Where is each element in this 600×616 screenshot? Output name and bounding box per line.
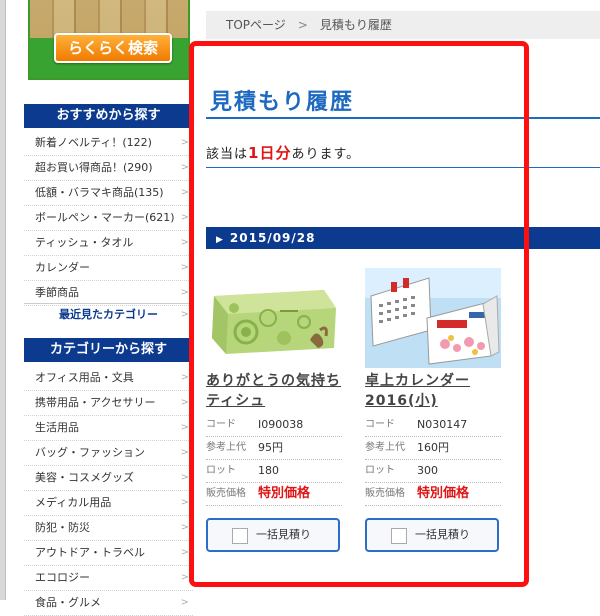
bulk-quote-button[interactable]: 一括見積り — [365, 518, 499, 552]
sidebar-item-medical[interactable]: メディカル用品 > — [24, 491, 193, 516]
quote-checkbox[interactable] — [391, 528, 407, 544]
chevron-right-icon: > — [180, 522, 189, 533]
chevron-right-icon: > — [180, 137, 189, 148]
sidebar-item-bargain[interactable]: 超お買い得商品！(290) > — [24, 156, 193, 181]
recent-categories-link[interactable]: 最近見たカテゴリー > — [24, 303, 193, 326]
spec-row-code: コード N030147 — [365, 413, 501, 437]
result-divider — [206, 167, 600, 168]
search-banner: らくらく検索 — [28, 0, 190, 80]
chevron-right-icon: > — [180, 212, 189, 223]
sidebar-item-food[interactable]: 食品・グルメ > — [24, 591, 193, 616]
chevron-right-icon: > — [180, 397, 189, 408]
sidebar-item-security[interactable]: 防犯・防災 > — [24, 516, 193, 541]
spec-row-retail-price: 参考上代 95円 — [206, 436, 342, 460]
sidebar-item-mobile[interactable]: 携帯用品・アクセサリー > — [24, 391, 193, 416]
sidebar-item-pens[interactable]: ボールペン・マーカー(621) > — [24, 206, 193, 231]
chevron-right-icon: > — [180, 472, 189, 483]
result-summary: 該当は1日分あります。 — [206, 144, 361, 162]
chevron-right-icon: > — [180, 497, 189, 508]
sidebar-item-ecology[interactable]: エコロジー > — [24, 566, 193, 591]
chevron-right-icon: > — [180, 422, 189, 433]
product-name-link[interactable]: 卓上カレンダー2016(小) — [365, 371, 501, 411]
spec-row-sale-price: 販売価格 特別価格 — [365, 482, 501, 506]
sidebar-item-outdoor[interactable]: アウトドア・トラベル > — [24, 541, 193, 566]
spec-row-lot: ロット 300 — [365, 459, 501, 483]
page-title: 見積もり履歴 — [210, 90, 355, 115]
result-count: 1日分 — [248, 144, 292, 162]
product-image-calendar[interactable] — [365, 268, 501, 368]
chevron-right-icon: > — [180, 309, 189, 320]
chevron-right-icon: > — [180, 162, 189, 173]
sidebar-item-beauty[interactable]: 美容・コスメグッズ > — [24, 466, 193, 491]
window-scroll-edge — [0, 0, 6, 600]
chevron-right-icon: > — [180, 572, 189, 583]
breadcrumb-current: 見積もり履歴 — [319, 18, 392, 32]
chevron-right-icon: > — [180, 447, 189, 458]
category-header: カテゴリーから探す — [24, 338, 193, 362]
recommend-list: 新着ノベルティ！(122) > 超お買い得商品！(290) > 低額・バラマキ商品(… — [24, 131, 193, 306]
breadcrumb: TOPページ > 見積もり履歴 — [206, 11, 600, 39]
sidebar-item-bags[interactable]: バッグ・ファッション > — [24, 441, 193, 466]
breadcrumb-separator: > — [297, 18, 308, 32]
chevron-right-icon: > — [180, 187, 189, 198]
recommend-header: おすすめから探す — [24, 104, 193, 128]
sidebar-item-low-cost[interactable]: 低額・バラマキ商品(135) > — [24, 181, 193, 206]
date-header: ▶ 2015/09/28 — [206, 227, 600, 249]
easy-search-button[interactable]: らくらく検索 — [54, 33, 172, 63]
category-list: オフィス用品・文具 > 携帯用品・アクセサリー > 生活用品 > バッグ・ファッション… — [24, 366, 193, 616]
breadcrumb-home-link[interactable]: TOPページ — [226, 11, 286, 39]
triangle-right-icon: ▶ — [216, 235, 224, 245]
spec-row-sale-price: 販売価格 特別価格 — [206, 482, 342, 506]
chevron-right-icon: > — [180, 547, 189, 558]
sidebar-item-new-novelty[interactable]: 新着ノベルティ！(122) > — [24, 131, 193, 156]
title-divider — [206, 117, 600, 119]
sidebar-item-office[interactable]: オフィス用品・文具 > — [24, 366, 193, 391]
product-image-tissue[interactable] — [206, 268, 342, 368]
product-name-link[interactable]: ありがとうの気持ち ティシュ — [206, 371, 342, 411]
chevron-right-icon: > — [180, 237, 189, 248]
sidebar-item-daily-goods[interactable]: 生活用品 > — [24, 416, 193, 441]
spec-row-retail-price: 参考上代 160円 — [365, 436, 501, 460]
bulk-quote-button[interactable]: 一括見積り — [206, 518, 340, 552]
sidebar-item-tissue-towel[interactable]: ティッシュ・タオル > — [24, 231, 193, 256]
sidebar-item-calendar[interactable]: カレンダー > — [24, 256, 193, 281]
sidebar: らくらく検索 おすすめから探す 新着ノベルティ！(122) > 超お買い得商品！(… — [24, 0, 193, 616]
chevron-right-icon: > — [180, 372, 189, 383]
spec-row-code: コード I090038 — [206, 413, 342, 437]
chevron-right-icon: > — [180, 262, 189, 273]
quote-checkbox[interactable] — [232, 528, 248, 544]
history-date: 2015/09/28 — [229, 231, 316, 245]
spec-row-lot: ロット 180 — [206, 459, 342, 483]
chevron-right-icon: > — [180, 287, 189, 298]
chevron-right-icon: > — [180, 597, 189, 608]
